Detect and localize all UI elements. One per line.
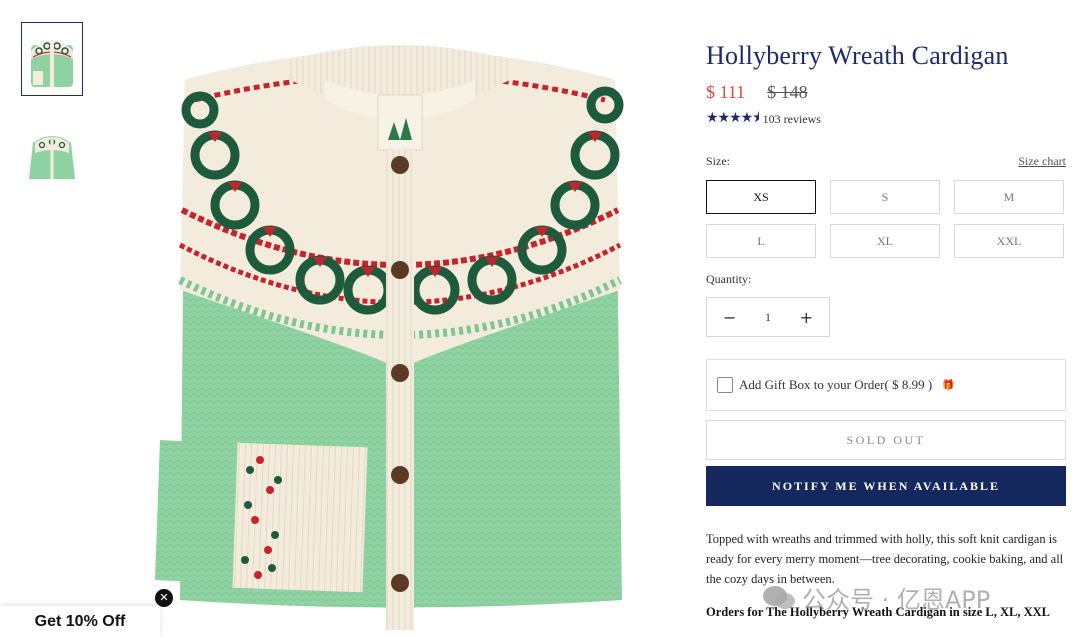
size-header: Size: Size chart — [706, 154, 1066, 169]
quantity-increase-button[interactable]: + — [800, 308, 813, 327]
compare-price: $ 148 — [767, 82, 808, 102]
cardigan-thumbnail-image — [31, 40, 73, 87]
size-option-s[interactable]: S — [830, 180, 940, 214]
gift-icon: 🎁 — [942, 379, 955, 391]
notify-me-button[interactable]: NOTIFY ME WHEN AVAILABLE — [706, 466, 1066, 506]
watermark: 公众号 · 亿恩APP — [762, 580, 990, 615]
star-rating-icon: ★★★★⯨ — [706, 110, 760, 126]
rating-row[interactable]: ★★★★⯨ 103 reviews — [706, 107, 1066, 131]
gift-box-option[interactable]: Add Gift Box to your Order( $ 8.99 ) 🎁 — [706, 359, 1066, 411]
size-option-l[interactable]: L — [706, 224, 816, 258]
product-info-panel: Hollyberry Wreath Cardigan $ 111 $ 148 ★… — [706, 40, 1066, 620]
thumbnail-model[interactable] — [21, 118, 83, 192]
product-main-image — [150, 40, 650, 637]
size-chart-link[interactable]: Size chart — [1018, 154, 1066, 169]
gift-box-label: Add Gift Box to your Order( $ 8.99 ) — [739, 377, 933, 392]
cardigan-thumbnail-image — [29, 136, 75, 179]
sold-out-button[interactable]: SOLD OUT — [706, 420, 1066, 460]
quantity-label: Quantity: — [706, 272, 752, 286]
review-count[interactable]: 103 reviews — [763, 112, 821, 127]
quantity-decrease-button[interactable]: − — [723, 308, 736, 327]
size-options: XS S M L XL XXL — [706, 180, 1066, 258]
promo-label: Get 10% Off — [34, 612, 126, 630]
watermark-text: 公众号 · 亿恩APP — [802, 586, 991, 614]
sale-price: $ 111 — [706, 82, 746, 102]
size-option-xs[interactable]: XS — [706, 180, 816, 214]
wechat-icon — [763, 585, 795, 609]
price-row: $ 111 $ 148 — [706, 82, 1066, 103]
size-option-xxl[interactable]: XXL — [954, 224, 1064, 258]
quantity-stepper: − 1 + — [706, 297, 830, 337]
thumbnail-list — [21, 22, 85, 214]
promo-badge[interactable]: Get 10% Off — [0, 606, 160, 637]
size-option-xl[interactable]: XL — [830, 224, 940, 258]
size-label: Size: — [706, 154, 730, 168]
promo-close-button[interactable]: ✕ — [155, 589, 173, 607]
quantity-value[interactable]: 1 — [765, 310, 771, 325]
thumbnail-front[interactable] — [21, 22, 83, 96]
close-icon: ✕ — [159, 591, 169, 604]
gift-box-checkbox[interactable] — [717, 377, 733, 393]
cardigan-illustration — [155, 45, 624, 630]
size-option-m[interactable]: M — [954, 180, 1064, 214]
product-title: Hollyberry Wreath Cardigan — [706, 41, 1009, 70]
